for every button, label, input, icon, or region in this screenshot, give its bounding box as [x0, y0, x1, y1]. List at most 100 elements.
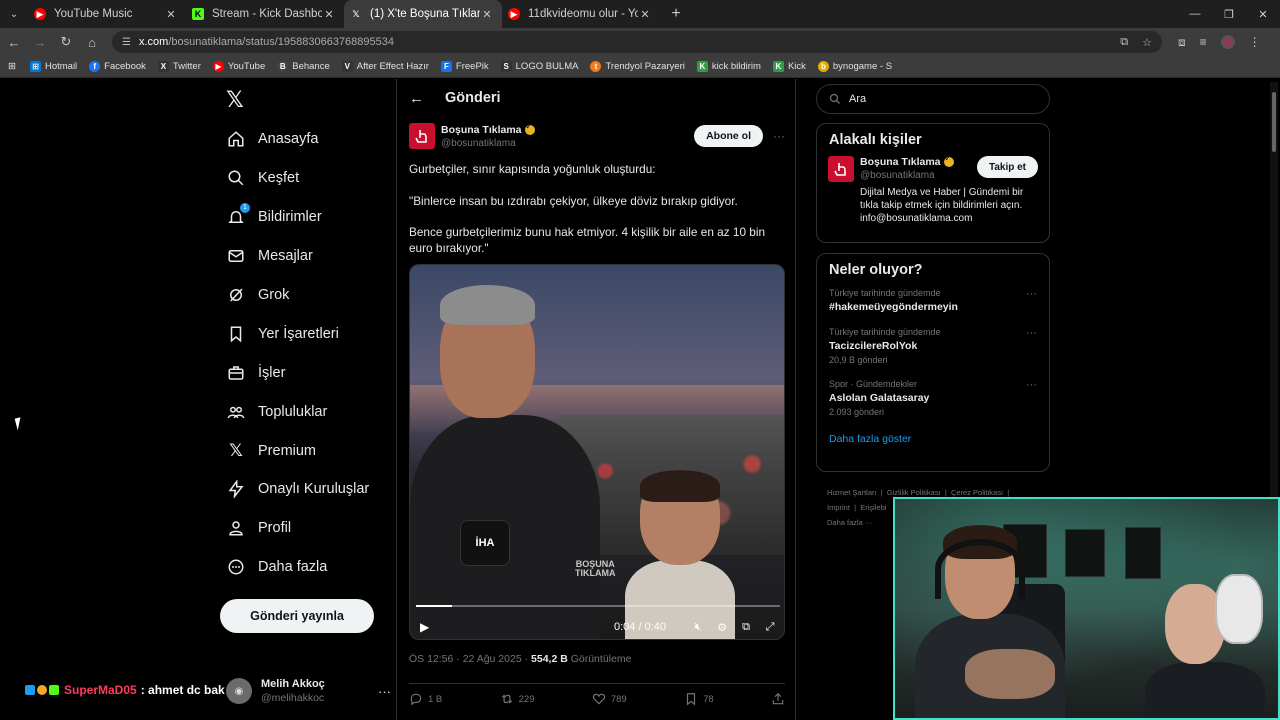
- nav-item-jobs[interactable]: İşler: [226, 359, 285, 387]
- mute-icon[interactable]: 🔇︎: [692, 621, 704, 634]
- bookmark-freepik[interactable]: F FreePik: [440, 61, 489, 72]
- youtube-music-icon: ▶: [34, 8, 46, 20]
- bookmark-after-effect[interactable]: V After Effect Hazır: [341, 61, 429, 72]
- relevant-person-bio: Dijital Medya ve Haber | Gündemi bir tık…: [860, 187, 1024, 224]
- install-icon[interactable]: ⧉: [1120, 36, 1128, 49]
- star-icon[interactable]: ☆: [1142, 36, 1152, 49]
- nav-item-explore[interactable]: Keşfet: [226, 164, 299, 192]
- nav-item-verified-orgs[interactable]: Onaylı Kuruluşlar: [226, 475, 369, 503]
- nav-item-messages[interactable]: Mesajlar: [226, 242, 313, 270]
- nav-item-grok[interactable]: Grok: [226, 281, 289, 309]
- bookmark-trendyol[interactable]: t Trendyol Pazaryeri: [590, 61, 685, 72]
- share-button[interactable]: [771, 692, 785, 706]
- video-progress-bar[interactable]: [416, 605, 780, 607]
- stream-chat-overlay: SuperMaD05 : ahmet dc bak: [25, 683, 225, 697]
- nav-item-communities[interactable]: Topluluklar: [226, 398, 327, 426]
- bookmark-icon: [686, 693, 696, 706]
- more-icon[interactable]: ···: [378, 684, 391, 699]
- apps-icon[interactable]: ⊞: [8, 61, 16, 72]
- account-switcher[interactable]: ◉ Melih Akkoç @melihakkoc ···: [226, 673, 391, 709]
- home-icon[interactable]: ⌂: [80, 35, 104, 50]
- back-icon[interactable]: ←: [2, 35, 26, 50]
- browser-tab[interactable]: K Stream - Kick Dashboard ✕: [186, 0, 344, 28]
- video-player[interactable]: İHA BOŞUNA TIKLAMA ▶ 0:04 / 0:40 🔇︎ ⚙ ⧉ …: [409, 264, 785, 640]
- nav-item-home[interactable]: Anasayfa: [226, 125, 318, 153]
- profile-avatar-icon[interactable]: [1220, 35, 1235, 49]
- extensions-icon[interactable]: ⧈: [1178, 35, 1186, 50]
- nav-item-notifications[interactable]: 1 Bildirimler: [226, 203, 322, 231]
- media-icon[interactable]: ≡: [1200, 35, 1207, 49]
- video-time: 0:04 / 0:40: [614, 621, 666, 633]
- bookmark-logo-bulma[interactable]: S LOGO BULMA: [500, 61, 578, 72]
- scrollbar-thumb[interactable]: [1272, 92, 1276, 152]
- close-icon[interactable]: ✕: [480, 8, 494, 21]
- footer-link[interactable]: Çerez Politikası: [951, 488, 1003, 497]
- nav-item-bookmarks[interactable]: Yer İşaretleri: [226, 320, 339, 348]
- browser-tab[interactable]: ▶ 11dkvideomu olur - YouTube ✕: [502, 0, 660, 28]
- close-icon[interactable]: ✕: [164, 8, 178, 21]
- footer-link[interactable]: Erişilebi: [860, 503, 886, 512]
- repost-button[interactable]: 229: [500, 692, 534, 706]
- more-icon[interactable]: ···: [1026, 288, 1037, 300]
- bookmark-youtube[interactable]: ▶ YouTube: [212, 61, 265, 72]
- restore-icon[interactable]: ❐: [1212, 8, 1246, 21]
- reload-icon[interactable]: ↻: [54, 34, 78, 50]
- bookmark-bynogame[interactable]: b bynogame - S: [817, 61, 892, 72]
- relevant-person-name[interactable]: Boşuna Tıklama: [860, 156, 941, 168]
- footer-link[interactable]: Gizlilik Politikası: [887, 488, 941, 497]
- bookmark-twitter[interactable]: X Twitter: [157, 61, 201, 72]
- nav-item-more[interactable]: Daha fazla: [226, 553, 327, 581]
- follow-button[interactable]: Takip et: [976, 156, 1038, 178]
- search-input[interactable]: Ara: [816, 84, 1050, 114]
- x-logo-icon[interactable]: 𝕏: [226, 87, 244, 113]
- nav-item-profile[interactable]: Profil: [226, 514, 291, 542]
- show-more-link[interactable]: Daha fazla göster: [817, 433, 1049, 445]
- close-window-icon[interactable]: ✕: [1246, 8, 1280, 21]
- more-circle-icon: [226, 557, 246, 577]
- address-bar[interactable]: ☰ x.com /bosunatiklama/status/1958830663…: [112, 31, 1162, 53]
- bookmark-hotmail[interactable]: ⊞ Hotmail: [29, 61, 77, 72]
- settings-gear-icon[interactable]: ⚙: [716, 621, 728, 634]
- bookmark-kick[interactable]: K Kick: [772, 61, 806, 72]
- browser-tab[interactable]: ▶ YouTube Music ✕: [28, 0, 186, 28]
- reply-button[interactable]: 1 B: [409, 692, 442, 706]
- relevant-person[interactable]: Boşuna Tıklama @bosunatiklama Takip et: [817, 154, 1049, 182]
- pip-icon[interactable]: ⧉: [740, 621, 752, 634]
- trend-item[interactable]: Türkiye tarihinde gündemde TacizcilereRo…: [817, 327, 1049, 365]
- like-button[interactable]: 789: [592, 692, 627, 706]
- close-icon[interactable]: ✕: [322, 8, 336, 21]
- browser-tab-active[interactable]: 𝕏 (1) X'te Boşuna Tıklama: "Gurbe ✕: [344, 0, 502, 28]
- back-arrow-icon[interactable]: ←: [409, 90, 431, 107]
- author-name[interactable]: Boşuna Tıklama: [441, 124, 522, 136]
- footer-link[interactable]: Imprint: [827, 503, 850, 512]
- trend-item[interactable]: Türkiye tarihinde gündemde #hakemeüyegön…: [817, 288, 1049, 313]
- tab-search-button[interactable]: ⌄: [0, 0, 28, 28]
- forward-icon[interactable]: →: [28, 35, 52, 50]
- footer-link[interactable]: Daha fazla ···: [827, 518, 872, 527]
- avatar[interactable]: [828, 156, 854, 182]
- heart-icon: [592, 693, 605, 705]
- relevant-person-handle: @bosunatiklama: [860, 170, 935, 181]
- new-tab-button[interactable]: +: [664, 5, 688, 23]
- more-icon[interactable]: ···: [1026, 379, 1037, 391]
- site-info-icon[interactable]: ☰: [122, 37, 131, 48]
- post-button[interactable]: Gönderi yayınla: [220, 599, 374, 633]
- close-icon[interactable]: ✕: [638, 8, 652, 21]
- footer-link[interactable]: Hizmet Şartları: [827, 488, 877, 497]
- bookmark-kick-bildirim[interactable]: Kkick bildirim: [696, 61, 761, 72]
- author-avatar[interactable]: [409, 123, 435, 149]
- nav-item-premium[interactable]: 𝕏 Premium: [226, 437, 316, 465]
- trend-item[interactable]: Spor · Gündemdekiler Aslolan Galatasaray…: [817, 379, 1049, 417]
- more-icon[interactable]: ···: [773, 129, 785, 143]
- bookmark-behance[interactable]: B Behance: [277, 61, 330, 72]
- author-handle[interactable]: @bosunatiklama: [441, 138, 535, 149]
- subscribe-button[interactable]: Abone ol: [694, 125, 763, 147]
- more-icon[interactable]: ···: [1026, 327, 1037, 339]
- minimize-icon[interactable]: —: [1178, 8, 1212, 21]
- fullscreen-icon[interactable]: ⤢: [764, 621, 776, 634]
- bookmark-button[interactable]: 78: [684, 692, 714, 706]
- menu-icon[interactable]: ⋮: [1249, 35, 1261, 49]
- bookmark-facebook[interactable]: f Facebook: [89, 61, 146, 72]
- post-timestamp[interactable]: ÖS 12:56 · 22 Ağu 2025 ·: [409, 653, 531, 665]
- play-icon[interactable]: ▶: [420, 620, 429, 634]
